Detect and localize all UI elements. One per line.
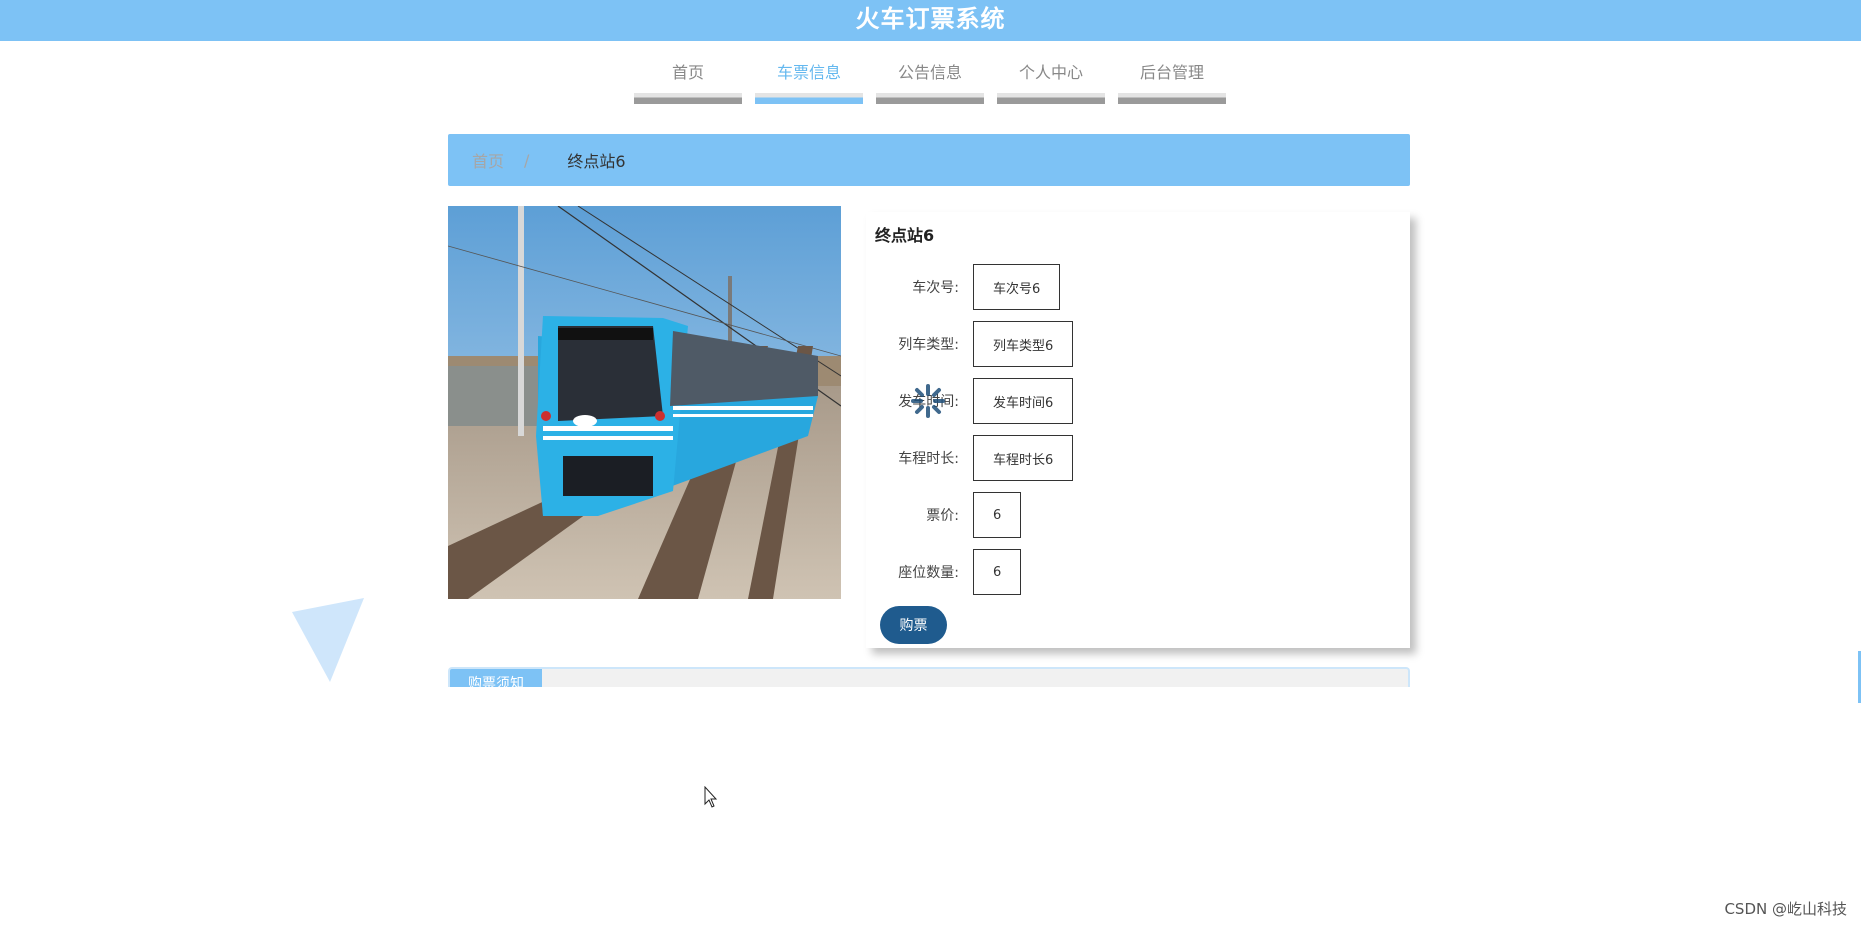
field-duration: 车程时长: 车程时长6 [866, 435, 1074, 481]
nav-item-announcements[interactable]: 公告信息 [876, 58, 984, 104]
field-value: 6 [973, 549, 1022, 595]
nav-underline [755, 93, 863, 104]
nav-item-label: 首页 [671, 63, 704, 82]
nav-underline [876, 93, 984, 104]
page-lower-area [0, 687, 1861, 929]
buy-ticket-button[interactable]: 购票 [880, 606, 947, 644]
nav-item-label: 后台管理 [1139, 63, 1204, 82]
ticket-detail-panel: 终点站6 车次号: 车次号6 列车类型: 列车类型6 发车时间: 发车时间6 车… [866, 212, 1410, 648]
field-value: 车程时长6 [973, 435, 1074, 481]
field-label: 座位数量: [898, 565, 959, 581]
nav-item-label: 个人中心 [1018, 63, 1083, 82]
train-photo [448, 206, 841, 599]
breadcrumb-separator: / [524, 150, 530, 170]
nav-item-label: 车票信息 [776, 63, 841, 82]
field-value: 列车类型6 [973, 321, 1074, 367]
triangle-decoration [292, 598, 364, 682]
breadcrumb-home-link[interactable]: 首页 [472, 148, 504, 172]
nav-item-admin[interactable]: 后台管理 [1118, 58, 1226, 104]
notice-tab-strip: 购票须知 [448, 667, 1410, 687]
field-value: 车次号6 [973, 264, 1061, 310]
cursor-icon [704, 786, 718, 808]
breadcrumb: 首页 / 终点站6 [448, 134, 1410, 186]
field-label: 车程时长: [898, 451, 959, 467]
train-photo-illustration [448, 206, 841, 599]
spinner-icon [911, 384, 945, 418]
field-train-type: 列车类型: 列车类型6 [866, 321, 1074, 367]
field-value: 发车时间6 [973, 378, 1074, 424]
nav-item-tickets[interactable]: 车票信息 [755, 58, 863, 104]
app-root: 火车订票系统 首页 车票信息 公告信息 个人中心 后台管理 首页 / 终点站6 [0, 0, 1861, 929]
watermark: CSDN @屹山科技 [1724, 900, 1847, 918]
field-label: 票价: [926, 508, 959, 524]
nav-item-label: 公告信息 [897, 63, 962, 82]
nav-underline [997, 93, 1105, 104]
main-nav: 首页 车票信息 公告信息 个人中心 后台管理 [634, 58, 1239, 104]
breadcrumb-current: 终点站6 [567, 152, 626, 171]
field-label: 车次号: [912, 280, 959, 296]
field-label: 列车类型: [898, 337, 959, 353]
field-value: 6 [973, 492, 1022, 538]
field-train-number: 车次号: 车次号6 [866, 264, 1061, 310]
nav-underline [1118, 93, 1226, 104]
field-price: 票价: 6 [866, 492, 1022, 538]
nav-item-profile[interactable]: 个人中心 [997, 58, 1105, 104]
nav-underline [634, 93, 742, 104]
notice-tab[interactable]: 购票须知 [450, 669, 542, 687]
field-departure-time: 发车时间: 发车时间6 [866, 378, 1074, 424]
field-seat-count: 座位数量: 6 [866, 549, 1022, 595]
top-header: 火车订票系统 [0, 0, 1861, 41]
nav-item-home[interactable]: 首页 [634, 58, 742, 104]
detail-title: 终点站6 [875, 226, 935, 245]
site-title: 火车订票系统 [855, 5, 1006, 33]
